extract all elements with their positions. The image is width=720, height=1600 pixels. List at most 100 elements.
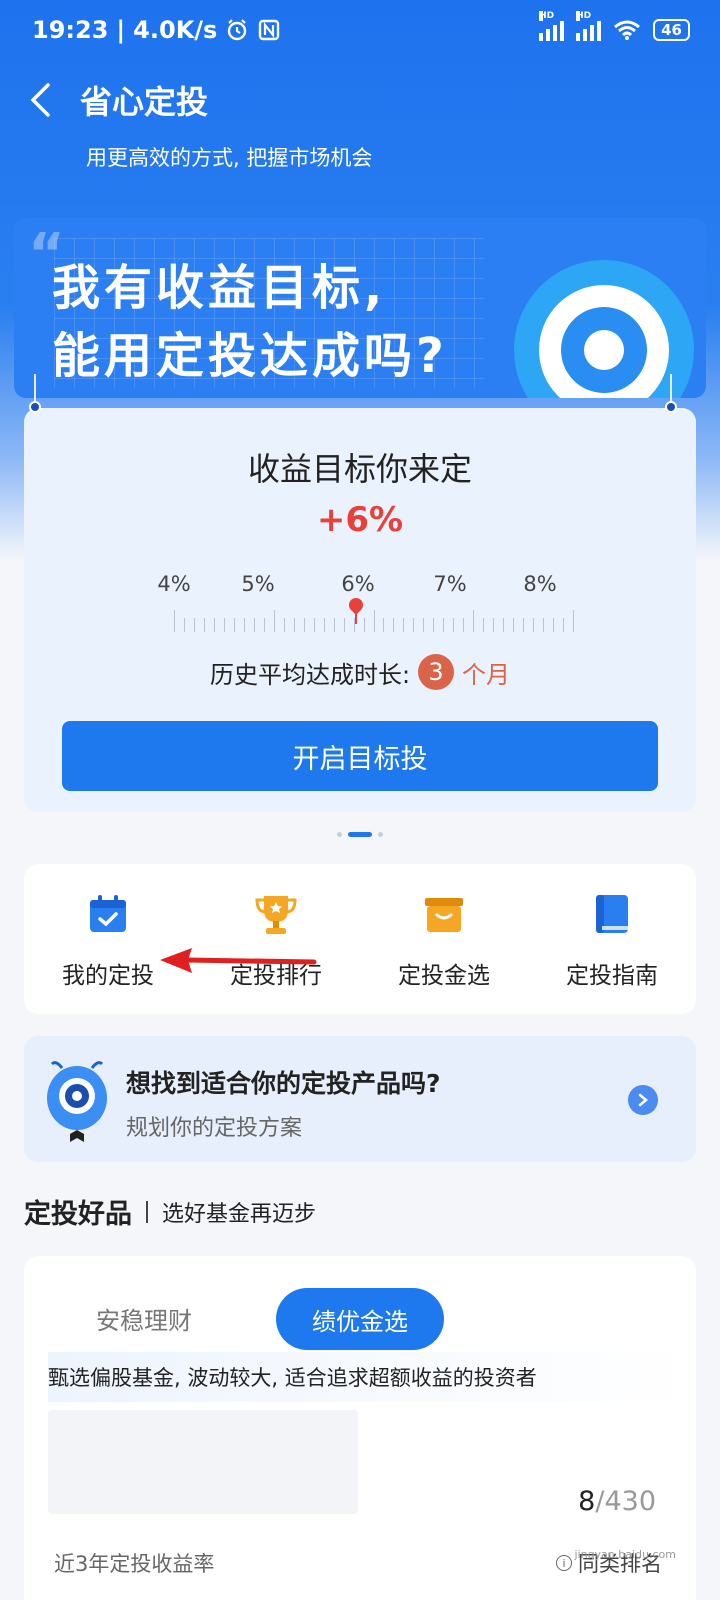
return-slider[interactable]	[174, 608, 574, 632]
ruler-tick	[443, 618, 445, 632]
tick-label: 8%	[523, 572, 557, 596]
goal-card-title: 收益目标你来定	[247, 450, 472, 488]
tab-steady[interactable]: 安稳理财	[64, 1288, 224, 1348]
tick-label: 6%	[341, 572, 375, 596]
ruler-tick	[453, 618, 455, 632]
section-subtitle: 选好基金再迈步	[162, 1201, 317, 1227]
ruler-tick	[313, 618, 315, 632]
menu-label: 我的定投	[62, 963, 154, 989]
page-subtitle: 用更高效的方式, 把握市场机会	[86, 146, 373, 170]
banner-headline-1: 我有收益目标,	[52, 260, 387, 316]
red-arrow-annotation	[160, 948, 317, 973]
goal-card: 收益目标你来定 +6% 4% 5% 6% 7% 8% 历史平均达成时长: 3 个…	[24, 408, 696, 812]
back-button[interactable]	[0, 70, 80, 130]
quick-menu: 我的定投 定投排行 定投金选 定投指南	[24, 864, 696, 1014]
ruler-tick	[383, 618, 385, 632]
menu-label: 定投金选	[398, 963, 490, 989]
alarm-icon	[228, 19, 247, 41]
status-divider: |	[116, 16, 126, 44]
hd-label-2: HD	[576, 11, 592, 21]
ruler-tick	[493, 618, 495, 632]
trophy-icon	[255, 896, 297, 934]
metric-label: 近3年定投收益率	[54, 1552, 215, 1576]
hd-label: HD	[539, 11, 555, 21]
selected-return-pct: +6%	[316, 500, 404, 540]
ruler-tick	[203, 618, 205, 632]
ruler-tick	[333, 618, 335, 632]
status-bar: 19:23 | 4.0K/s HD HD 46	[0, 0, 720, 60]
ruler-tick	[413, 618, 415, 632]
hanger-pin-right	[665, 401, 677, 413]
ruler-tick	[343, 618, 345, 632]
ruler-tick	[174, 610, 175, 632]
menu-item-gold-pick[interactable]: 定投金选	[360, 864, 528, 1014]
info-icon: i	[556, 1555, 572, 1571]
book-icon	[596, 895, 628, 933]
ruler-tick	[233, 618, 235, 632]
ruler-tick	[503, 618, 505, 632]
ruler-tick	[193, 618, 195, 632]
page-title: 省心定投	[80, 83, 209, 121]
ruler-tick	[553, 618, 555, 632]
ruler-tick	[563, 618, 565, 632]
network-speed: 4.0K/s	[133, 16, 218, 44]
ruler-tick	[303, 618, 305, 632]
tab-description: 甄选偏股基金, 波动较大, 适合追求超额收益的投资者	[48, 1352, 696, 1402]
promo-subtitle: 规划你的定投方案	[126, 1116, 303, 1141]
ruler-tick	[533, 618, 535, 632]
ruler-tick	[293, 618, 295, 632]
ruler-tick	[253, 618, 255, 632]
ruler-tick	[243, 618, 245, 632]
ruler-tick	[213, 618, 215, 632]
folder-box-icon	[425, 898, 463, 932]
signal-icon-2: HD	[576, 11, 602, 41]
ruler-tick	[393, 618, 395, 632]
ruler-tick	[463, 618, 465, 632]
ruler-tick	[423, 618, 425, 632]
section-header: 定投好品 选好基金再迈步	[24, 1192, 316, 1231]
calendar-check-icon	[90, 895, 126, 932]
rank-number: 8	[578, 1486, 596, 1517]
ruler-tick	[483, 618, 485, 632]
history-duration: 历史平均达成时长: 3 个月	[24, 654, 696, 690]
ruler-tick	[433, 618, 435, 632]
target-icon	[514, 260, 694, 398]
tick-label: 5%	[241, 572, 275, 596]
ruler-tick	[403, 618, 405, 632]
ruler-tick	[523, 618, 525, 632]
section-title: 定投好品	[24, 1199, 132, 1230]
menu-label: 定投指南	[566, 963, 658, 989]
nfc-icon	[259, 19, 280, 41]
rank-total: /430	[595, 1486, 656, 1517]
promo-arrow-button[interactable]	[628, 1085, 658, 1115]
ruler-tick	[373, 610, 375, 632]
ruler-tick	[513, 618, 515, 632]
menu-item-guide[interactable]: 定投指南	[528, 864, 696, 1014]
slider-thumb[interactable]	[346, 595, 366, 628]
tab-performance[interactable]: 绩优金选	[276, 1288, 444, 1350]
history-label: 历史平均达成时长:	[209, 660, 411, 689]
menu-item-my-invest[interactable]: 我的定投	[24, 864, 192, 1014]
ruler-tick	[273, 610, 275, 632]
chevron-right-icon	[638, 1093, 648, 1107]
history-unit: 个月	[462, 660, 511, 689]
start-goal-invest-button[interactable]: 开启目标投	[62, 721, 658, 791]
plan-promo-card[interactable]: 想找到适合你的定投产品吗? 规划你的定投方案	[24, 1036, 696, 1162]
status-time: 19:23	[32, 16, 109, 44]
ruler-tick	[283, 618, 285, 632]
tick-label: 4%	[157, 572, 191, 596]
banner-headline-2: 能用定投达成吗?	[52, 328, 448, 384]
promo-banner[interactable]: “ 我有收益目标, 能用定投达成吗?	[14, 218, 706, 398]
menu-item-ranking[interactable]: 定投排行	[192, 864, 360, 1014]
carousel-dot	[337, 832, 342, 837]
fund-chart-placeholder	[48, 1410, 358, 1514]
carousel-dot	[378, 832, 383, 837]
mascot-icon	[47, 1061, 107, 1142]
ruler-tick	[473, 610, 475, 632]
battery-indicator: 46	[653, 19, 690, 41]
signal-icon: HD	[539, 11, 565, 41]
hanger-pin-left	[29, 401, 41, 413]
ruler-tick	[573, 610, 574, 632]
tab-description-text: 甄选偏股基金, 波动较大, 适合追求超额收益的投资者	[48, 1366, 537, 1390]
nav-bar: 省心定投	[0, 70, 720, 130]
